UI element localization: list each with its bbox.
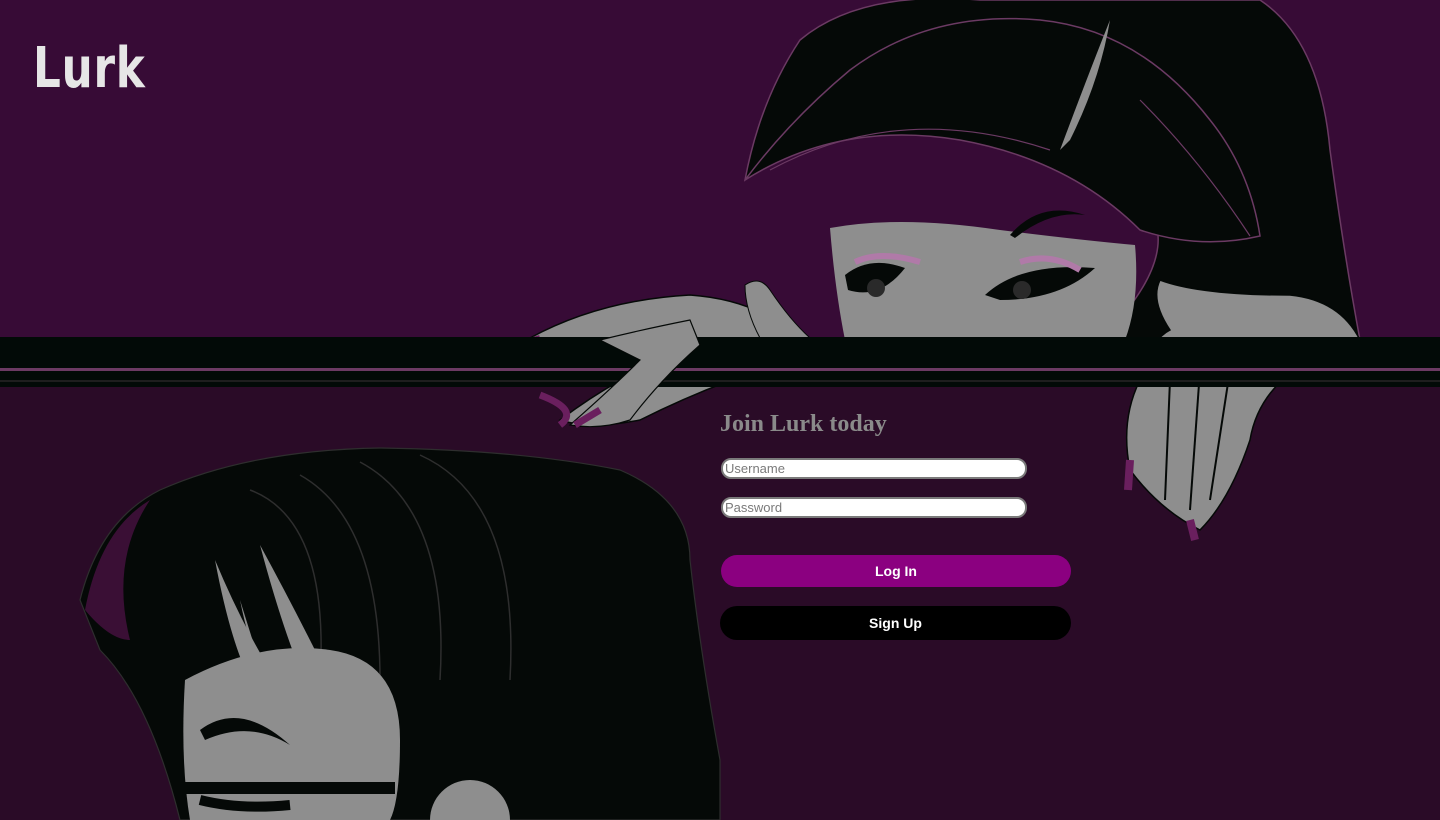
- login-page: Lurk Join Lurk today Log In Sign Up: [0, 0, 1440, 820]
- signup-button[interactable]: Sign Up: [720, 606, 1071, 640]
- signup-form: Join Lurk today Log In Sign Up: [720, 404, 1072, 640]
- login-button[interactable]: Log In: [721, 555, 1071, 587]
- brand-logo: Lurk: [33, 36, 146, 101]
- form-title: Join Lurk today: [720, 411, 887, 437]
- man-figure-art: [79, 447, 721, 820]
- password-input[interactable]: [721, 497, 1027, 518]
- ledge-bar: [0, 337, 1440, 387]
- username-input[interactable]: [721, 458, 1027, 479]
